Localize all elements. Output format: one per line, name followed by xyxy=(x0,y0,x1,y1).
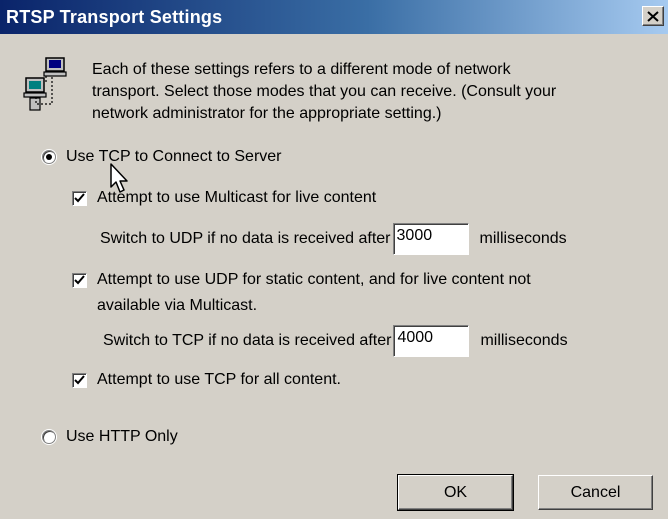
tcp-all-checkbox[interactable] xyxy=(72,372,87,388)
multicast-checkbox[interactable] xyxy=(72,190,87,206)
udp-static-option[interactable]: Attempt to use UDP for static content, a… xyxy=(72,271,531,289)
use-tcp-option[interactable]: Use TCP to Connect to Server xyxy=(42,148,282,166)
checkmark-icon xyxy=(74,375,85,385)
use-tcp-label: Use TCP to Connect to Server xyxy=(66,148,282,165)
tcp-all-label: Attempt to use TCP for all content. xyxy=(97,371,341,388)
tcp-all-option[interactable]: Attempt to use TCP for all content. xyxy=(72,371,341,389)
info-text: Each of these settings refers to a diffe… xyxy=(92,59,652,125)
ok-button[interactable]: OK xyxy=(397,474,514,511)
cancel-button[interactable]: Cancel xyxy=(538,475,653,510)
network-computers-icon xyxy=(23,57,67,111)
udp-timeout-field[interactable]: 3000 xyxy=(392,223,469,255)
udp-switch-label: Switch to UDP if no data is received aft… xyxy=(100,230,391,247)
info-line: Each of these settings refers to a diffe… xyxy=(92,61,511,78)
multicast-label: Attempt to use Multicast for live conten… xyxy=(97,189,377,206)
window-title: RTSP Transport Settings xyxy=(6,7,223,27)
udp-static-label-line2: available via Multicast. xyxy=(97,297,258,314)
info-line: transport. Select those modes that you c… xyxy=(92,83,557,100)
udp-static-label-cont: available via Multicast. xyxy=(97,297,257,315)
tcp-unit-label: milliseconds xyxy=(480,332,568,349)
mouse-cursor-icon xyxy=(110,163,128,193)
tcp-switch-row: Switch to TCP if no data is received aft… xyxy=(103,325,568,357)
checkmark-icon xyxy=(74,193,85,203)
udp-unit-label: milliseconds xyxy=(479,230,567,247)
udp-static-label: Attempt to use UDP for static content, a… xyxy=(97,271,531,288)
udp-switch-row: Switch to UDP if no data is received aft… xyxy=(100,223,567,255)
checkmark-icon xyxy=(74,275,85,285)
use-http-label: Use HTTP Only xyxy=(66,428,178,445)
udp-static-checkbox[interactable] xyxy=(72,272,87,288)
info-line: network administrator for the appropriat… xyxy=(92,105,442,122)
tcp-timeout-field[interactable]: 4000 xyxy=(393,325,470,357)
use-http-option[interactable]: Use HTTP Only xyxy=(42,428,178,446)
use-http-radio[interactable] xyxy=(42,430,56,444)
title-bar: RTSP Transport Settings xyxy=(0,0,668,34)
close-icon xyxy=(647,10,659,22)
close-button[interactable] xyxy=(642,6,664,26)
use-tcp-radio[interactable] xyxy=(42,150,56,164)
tcp-switch-label: Switch to TCP if no data is received aft… xyxy=(103,332,392,349)
